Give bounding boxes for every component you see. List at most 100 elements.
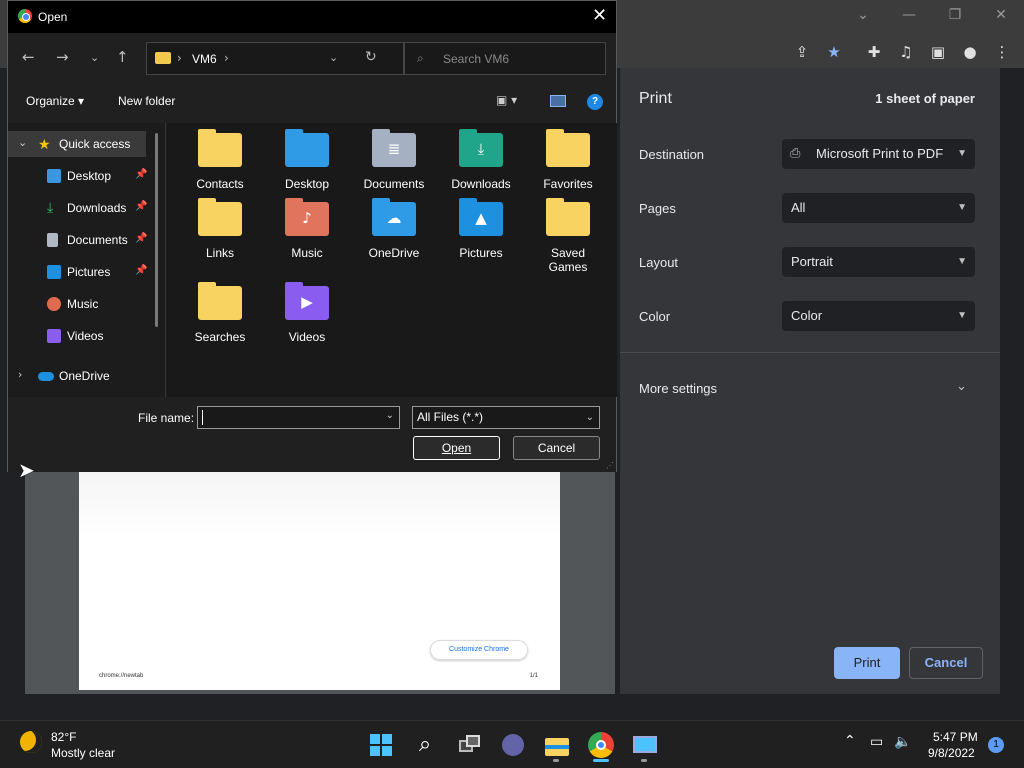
help-icon[interactable]: ? — [587, 94, 603, 110]
download-icon: ⤓ — [477, 140, 485, 158]
folder-item-links[interactable]: Links — [180, 192, 260, 260]
cancel-button[interactable]: Cancel — [909, 647, 983, 679]
pin-icon[interactable]: 📌 — [135, 265, 147, 276]
folder-item-desktop[interactable]: Desktop — [267, 123, 347, 191]
view-options-icon[interactable]: ▣ ▾ — [496, 93, 517, 107]
folder-item-saved-games[interactable]: Saved Games — [528, 192, 608, 274]
search-input[interactable]: ⌕ Search VM6 — [404, 42, 606, 75]
sidebar-item-music[interactable]: Music — [8, 291, 158, 317]
sidebar-item-quick-access[interactable]: ⌄ ★ Quick access — [8, 131, 146, 157]
color-select[interactable]: Color ▼ — [782, 301, 975, 331]
close-icon[interactable]: ✕ — [592, 5, 607, 26]
clock-date[interactable]: 9/8/2022 — [928, 746, 975, 760]
sidebar-item-downloads[interactable]: ⤓ Downloads 📌 — [8, 195, 158, 221]
tab-search-icon[interactable]: ⌄ — [847, 4, 879, 26]
star-icon[interactable]: ★ — [822, 40, 846, 64]
volume-icon[interactable]: 🔈 — [894, 734, 911, 750]
chevron-up-icon[interactable]: ⌃ — [844, 733, 856, 749]
folder-item-favorites[interactable]: Favorites — [528, 123, 608, 191]
resize-grip-icon[interactable]: ⋰ — [606, 461, 614, 470]
address-bar[interactable]: › VM6 › ⌄ ↻ — [146, 42, 404, 75]
file-explorer-icon[interactable] — [544, 732, 570, 758]
folder-item-videos[interactable]: ▶ Videos — [267, 276, 347, 344]
up-arrow-icon[interactable]: ↑ — [116, 48, 129, 66]
destination-value: Microsoft Print to PDF — [816, 146, 944, 161]
open-button[interactable]: Open — [413, 436, 500, 460]
recent-locations-icon[interactable]: ⌄ — [90, 51, 99, 64]
sidebar-item-desktop[interactable]: Desktop 📌 — [8, 163, 158, 189]
open-dialog: Open ✕ ← → ⌄ ↑ › VM6 › ⌄ ↻ ⌕ Search VM6 … — [7, 0, 617, 472]
minimize-icon[interactable]: — — [893, 4, 925, 26]
folder-item-documents[interactable]: ≣ Documents — [354, 123, 434, 191]
print-settings-panel: Print 1 sheet of paper Destination ⎙ Mic… — [620, 68, 1000, 694]
layout-select[interactable]: Portrait ▼ — [782, 247, 975, 277]
chevron-right-icon: › — [177, 51, 182, 65]
teams-chat-icon[interactable] — [500, 732, 526, 758]
preview-pane-icon[interactable] — [550, 95, 566, 107]
forward-arrow-icon[interactable]: → — [56, 48, 69, 66]
profile-icon[interactable]: ● — [958, 40, 982, 64]
menu-icon[interactable]: ⋮ — [990, 40, 1014, 64]
media-icon[interactable]: ♫ — [894, 40, 918, 64]
folder-item-downloads[interactable]: ⤓ Downloads — [441, 123, 521, 191]
dialog-cancel-button[interactable]: Cancel — [513, 436, 600, 460]
close-icon[interactable]: ✕ — [985, 4, 1017, 26]
folder-item-contacts[interactable]: Contacts — [180, 123, 260, 191]
new-folder-button[interactable]: New folder — [118, 94, 175, 108]
dialog-footer: File name: ⌄ All Files (*.*) ⌄ Open Canc… — [8, 397, 616, 472]
sidebar-item-documents[interactable]: Documents 📌 — [8, 227, 158, 253]
pages-value: All — [791, 200, 806, 215]
search-icon[interactable]: ⌕ — [412, 732, 438, 758]
print-button[interactable]: Print — [834, 647, 900, 679]
address-text[interactable]: VM6 — [192, 52, 217, 66]
refresh-icon[interactable]: ↻ — [365, 49, 377, 65]
chevron-down-icon[interactable]: ⌄ — [386, 410, 394, 421]
item-label: Music — [291, 246, 323, 260]
cloud-icon — [38, 372, 54, 381]
more-settings-toggle[interactable]: More settings — [639, 381, 717, 396]
pages-select[interactable]: All ▼ — [782, 193, 975, 223]
navigation-pane: ⌄ ★ Quick access Desktop 📌 ⤓ Downloads 📌… — [8, 123, 166, 397]
chrome-icon[interactable] — [588, 732, 614, 758]
remote-desktop-icon[interactable] — [632, 732, 658, 758]
folder-item-pictures[interactable]: ▲ Pictures — [441, 192, 521, 260]
sidebar-item-label: Music — [67, 297, 99, 311]
folder-item-onedrive[interactable]: ☁ OneDrive — [354, 192, 434, 260]
printer-icon: ⎙ — [790, 146, 801, 161]
file-type-select[interactable]: All Files (*.*) ⌄ — [412, 406, 600, 429]
weather-description[interactable]: Mostly clear — [51, 746, 115, 760]
extensions-icon[interactable]: ✚ — [862, 40, 886, 64]
organize-button[interactable]: Organize ▾ — [26, 94, 84, 108]
weather-temperature[interactable]: 82°F — [51, 730, 76, 744]
notification-badge[interactable]: 1 — [988, 737, 1004, 753]
chevron-right-icon[interactable]: › — [18, 368, 22, 381]
file-name-input[interactable]: ⌄ — [197, 406, 400, 429]
task-view-icon[interactable] — [456, 732, 482, 758]
chevron-down-icon[interactable]: ⌄ — [18, 136, 27, 149]
sidebar-item-pictures[interactable]: Pictures 📌 — [8, 259, 158, 285]
share-icon[interactable]: ⇪ — [790, 40, 814, 64]
sidepanel-icon[interactable]: ▣ — [926, 40, 950, 64]
back-arrow-icon[interactable]: ← — [22, 48, 35, 66]
chevron-down-icon[interactable]: ⌄ — [956, 379, 967, 394]
folder-item-searches[interactable]: Searches — [180, 276, 260, 344]
sidebar-item-onedrive[interactable]: › OneDrive — [8, 363, 158, 389]
chevron-down-icon[interactable]: ⌄ — [329, 51, 338, 64]
chevron-right-icon[interactable]: › — [224, 51, 229, 65]
chevron-down-icon: ▼ — [957, 202, 967, 213]
destination-select[interactable]: ⎙ Microsoft Print to PDF ▼ — [782, 139, 975, 169]
sidebar-item-videos[interactable]: Videos — [8, 323, 158, 349]
chevron-down-icon: ▼ — [957, 256, 967, 267]
moon-icon[interactable] — [20, 731, 42, 753]
pin-icon[interactable]: 📌 — [135, 233, 147, 244]
restore-icon[interactable]: ❐ — [939, 4, 971, 26]
start-icon[interactable] — [368, 732, 394, 758]
documents-folder-icon: ≣ — [372, 129, 416, 167]
music-icon — [47, 297, 61, 311]
folder-item-music[interactable]: ♪ Music — [267, 192, 347, 260]
network-icon[interactable]: ▭ — [870, 734, 883, 750]
pin-icon[interactable]: 📌 — [135, 169, 147, 180]
sidebar-item-label: Pictures — [67, 265, 111, 279]
clock-time[interactable]: 5:47 PM — [933, 730, 978, 744]
pin-icon[interactable]: 📌 — [135, 201, 147, 212]
